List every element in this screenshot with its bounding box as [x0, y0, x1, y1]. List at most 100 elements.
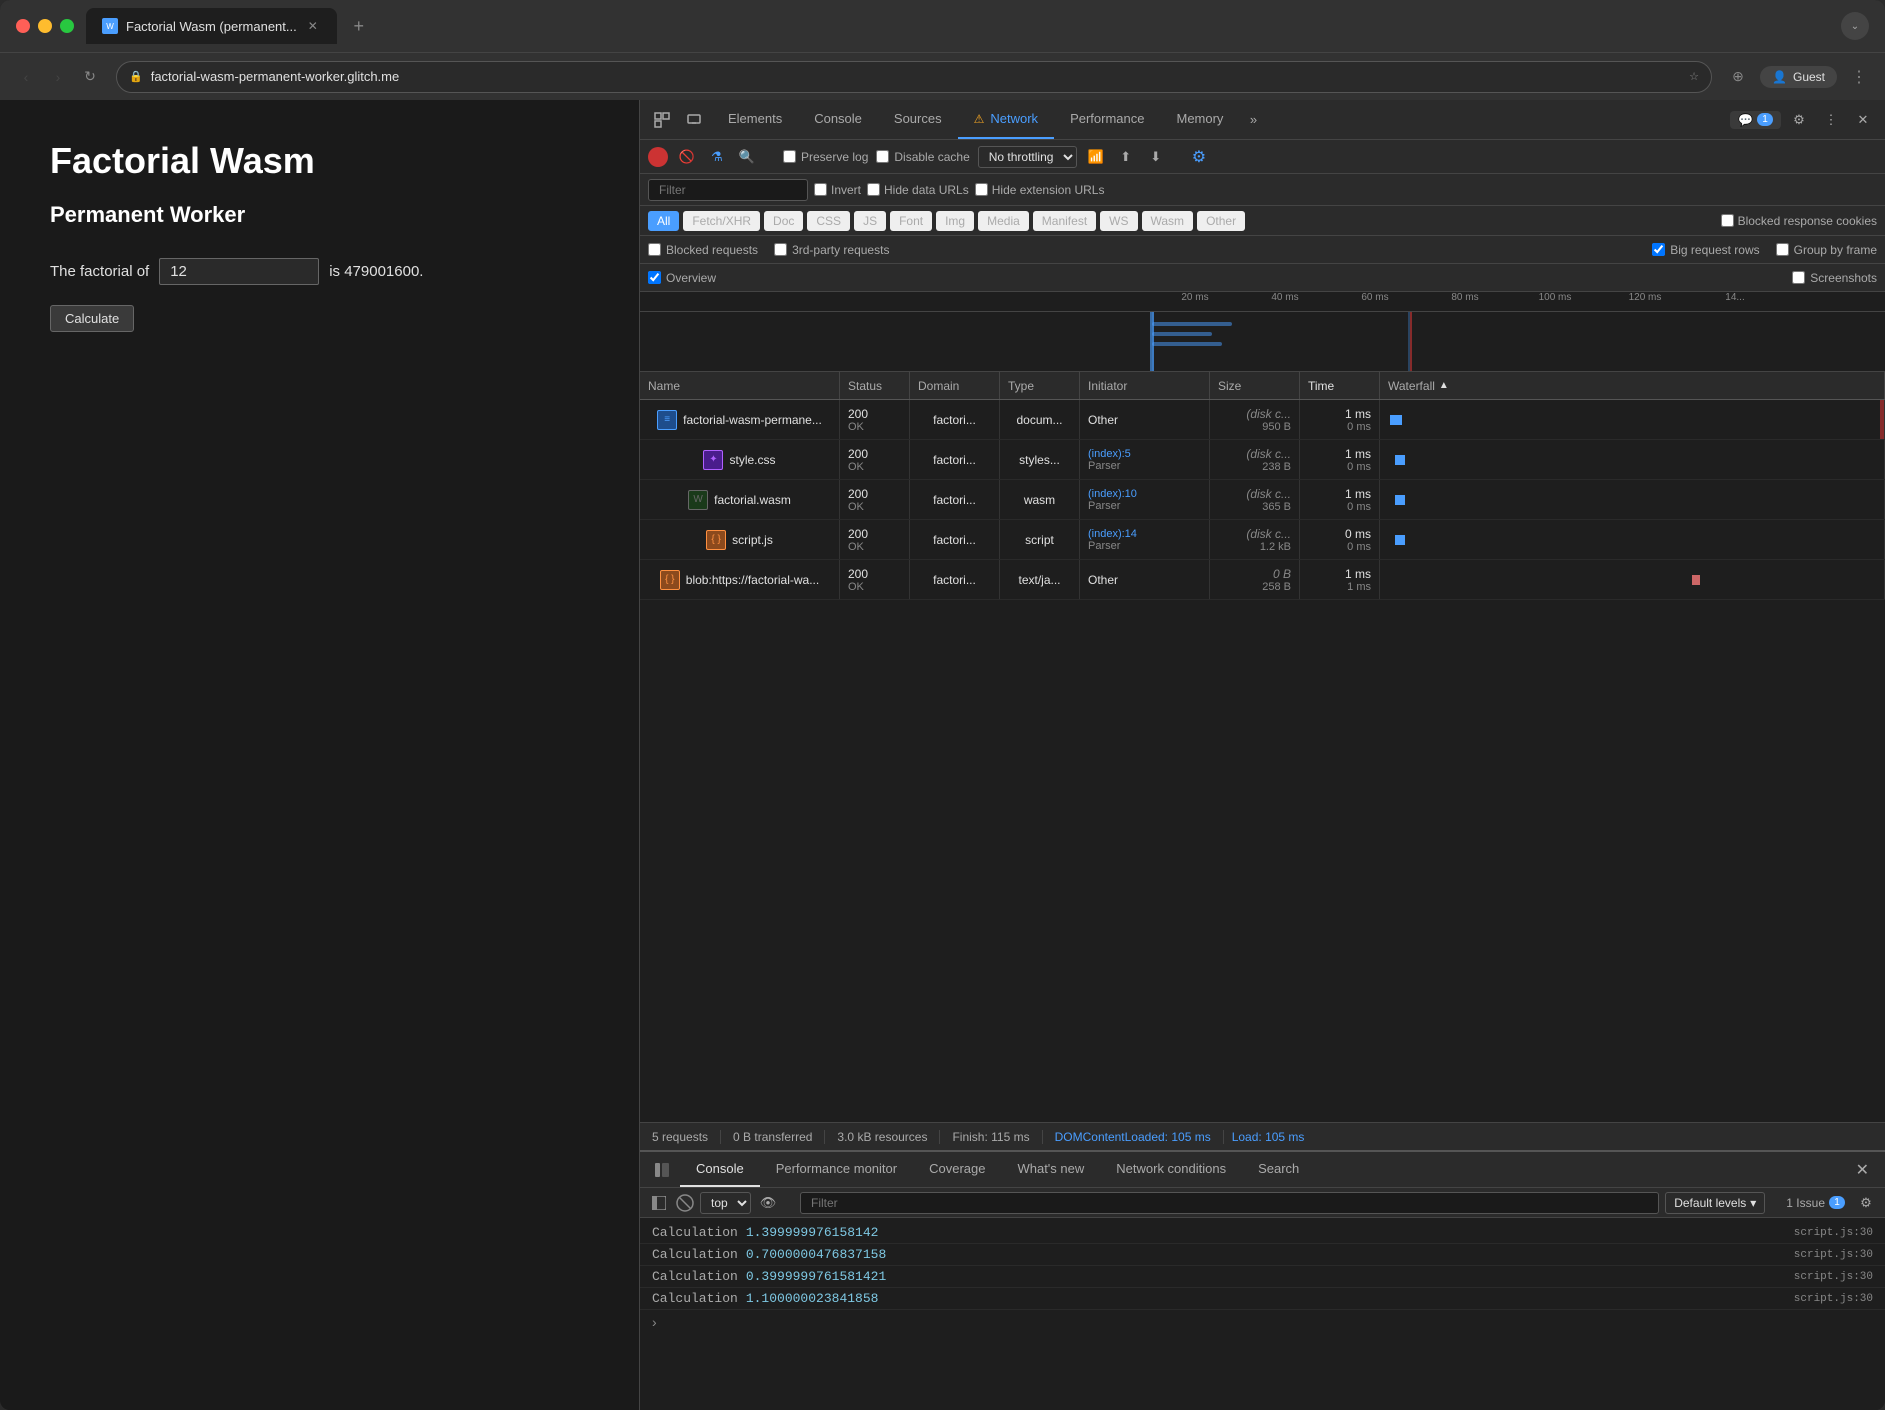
tab-network-conditions[interactable]: Network conditions [1100, 1152, 1242, 1187]
active-tab[interactable]: W Factorial Wasm (permanent... ✕ [86, 8, 337, 44]
type-filter-other[interactable]: Other [1197, 211, 1245, 231]
col-waterfall[interactable]: Waterfall ▲ [1380, 372, 1885, 399]
table-row[interactable]: W factorial.wasm 200 OK factori... wasm [640, 480, 1885, 520]
maximize-traffic-light[interactable] [60, 19, 74, 33]
top-select[interactable]: top [700, 1192, 751, 1214]
col-initiator[interactable]: Initiator [1080, 372, 1210, 399]
console-filter-input[interactable] [800, 1192, 1659, 1214]
group-by-frame-checkbox[interactable]: Group by frame [1776, 243, 1877, 257]
type-filter-ws[interactable]: WS [1100, 211, 1137, 231]
minimize-traffic-light[interactable] [38, 19, 52, 33]
tab-whats-new[interactable]: What's new [1001, 1152, 1100, 1187]
expand-button[interactable]: ⌄ [1841, 12, 1869, 40]
log-link-1[interactable]: script.js:30 [1794, 1227, 1873, 1239]
type-filter-fetchxhr[interactable]: Fetch/XHR [683, 211, 760, 231]
tab-performance[interactable]: Performance [1054, 100, 1160, 139]
table-row[interactable]: { } blob:https://factorial-wa... 200 OK … [640, 560, 1885, 600]
preserve-log-input[interactable] [783, 150, 796, 163]
device-toolbar-button[interactable] [680, 106, 708, 134]
type-filter-media[interactable]: Media [978, 211, 1029, 231]
url-bar[interactable]: 🔒 factorial-wasm-permanent-worker.glitch… [116, 61, 1712, 93]
blocked-requests-checkbox[interactable]: Blocked requests [648, 243, 758, 257]
tab-memory[interactable]: Memory [1160, 100, 1239, 139]
inspect-element-button[interactable] [648, 106, 676, 134]
tab-console-bottom[interactable]: Console [680, 1152, 760, 1187]
tab-performance-monitor[interactable]: Performance monitor [760, 1152, 913, 1187]
clear-button[interactable]: 🚫 [676, 146, 698, 168]
no-entry-icon[interactable] [676, 1194, 694, 1212]
tab-close-button[interactable]: ✕ [305, 18, 321, 34]
console-sidebar-icon[interactable] [648, 1192, 670, 1214]
issues-button[interactable]: 1 Issue 1 [1786, 1196, 1849, 1210]
col-time[interactable]: Time [1300, 372, 1380, 399]
tab-sources[interactable]: Sources [878, 100, 958, 139]
console-prompt[interactable]: › [640, 1310, 1885, 1334]
search-button[interactable]: 🔍 [736, 146, 758, 168]
settings-button[interactable]: ⚙ [1785, 106, 1813, 134]
col-domain[interactable]: Domain [910, 372, 1000, 399]
tab-coverage[interactable]: Coverage [913, 1152, 1001, 1187]
forward-button[interactable]: › [44, 63, 72, 91]
tab-console[interactable]: Console [798, 100, 878, 139]
type-filter-all[interactable]: All [648, 211, 679, 231]
import-icon[interactable]: ⬆ [1115, 146, 1137, 168]
log-link-3[interactable]: script.js:30 [1794, 1271, 1873, 1283]
console-sidebar-button[interactable] [648, 1156, 676, 1184]
col-type[interactable]: Type [1000, 372, 1080, 399]
col-size[interactable]: Size [1210, 372, 1300, 399]
table-row[interactable]: ≡ factorial-wasm-permane... 200 OK facto… [640, 400, 1885, 440]
back-button[interactable]: ‹ [12, 63, 40, 91]
log-link-4[interactable]: script.js:30 [1794, 1293, 1873, 1305]
tab-network[interactable]: ⚠ Network [958, 100, 1054, 139]
col-name[interactable]: Name [640, 372, 840, 399]
close-devtools-button[interactable]: ✕ [1849, 106, 1877, 134]
console-close-button[interactable]: ✕ [1848, 1156, 1877, 1184]
disable-cache-checkbox[interactable]: Disable cache [876, 150, 969, 164]
type-filter-font[interactable]: Font [890, 211, 932, 231]
issues-badge-button[interactable]: 💬 1 [1730, 111, 1781, 129]
type-filter-js[interactable]: JS [854, 211, 886, 231]
filter-input[interactable] [648, 179, 808, 201]
preserve-log-checkbox[interactable]: Preserve log [783, 150, 868, 164]
browser-menu-button[interactable]: ⋮ [1845, 63, 1873, 91]
table-row[interactable]: ✦ style.css 200 OK factori... styles... [640, 440, 1885, 480]
type-filter-manifest[interactable]: Manifest [1033, 211, 1096, 231]
eye-icon[interactable]: 👁 [757, 1192, 779, 1214]
invert-checkbox[interactable]: Invert [814, 183, 861, 197]
guest-button[interactable]: 👤 Guest [1760, 66, 1837, 88]
tab-elements[interactable]: Elements [712, 100, 798, 139]
console-settings-icon[interactable]: ⚙ [1855, 1192, 1877, 1214]
throttle-select[interactable]: No throttling [978, 146, 1077, 168]
row2-initiator-link[interactable]: (index):5 [1088, 448, 1131, 460]
row4-initiator-link[interactable]: (index):14 [1088, 528, 1137, 540]
calculate-button[interactable]: Calculate [50, 305, 134, 332]
zoom-button[interactable]: ⊕ [1724, 63, 1752, 91]
levels-button[interactable]: Default levels ▾ [1665, 1192, 1765, 1214]
table-row[interactable]: { } script.js 200 OK factori... script ( [640, 520, 1885, 560]
log-link-2[interactable]: script.js:30 [1794, 1249, 1873, 1261]
blocked-response-cookies-checkbox[interactable]: Blocked response cookies [1721, 214, 1877, 228]
new-tab-button[interactable]: + [345, 12, 373, 40]
third-party-requests-checkbox[interactable]: 3rd-party requests [774, 243, 889, 257]
type-filter-wasm[interactable]: Wasm [1142, 211, 1194, 231]
network-settings-icon[interactable]: ⚙ [1192, 147, 1206, 167]
factorial-input[interactable] [159, 258, 319, 285]
overview-checkbox[interactable]: Overview [648, 271, 716, 285]
reload-button[interactable]: ↻ [76, 63, 104, 91]
more-tabs-button[interactable]: » [1239, 106, 1267, 134]
export-icon[interactable]: ⬇ [1145, 146, 1167, 168]
type-filter-doc[interactable]: Doc [764, 211, 803, 231]
tab-search[interactable]: Search [1242, 1152, 1315, 1187]
hide-data-urls-checkbox[interactable]: Hide data URLs [867, 183, 969, 197]
wifi-icon[interactable]: 📶 [1085, 146, 1107, 168]
hide-extension-urls-checkbox[interactable]: Hide extension URLs [975, 183, 1105, 197]
big-rows-checkbox[interactable]: Big request rows [1652, 243, 1759, 257]
type-filter-img[interactable]: Img [936, 211, 974, 231]
close-traffic-light[interactable] [16, 19, 30, 33]
screenshots-checkbox[interactable]: Screenshots [1792, 271, 1877, 285]
row3-initiator-link[interactable]: (index):10 [1088, 488, 1137, 500]
top-selector[interactable]: top [700, 1192, 751, 1214]
col-status[interactable]: Status [840, 372, 910, 399]
type-filter-css[interactable]: CSS [807, 211, 850, 231]
record-button[interactable] [648, 147, 668, 167]
